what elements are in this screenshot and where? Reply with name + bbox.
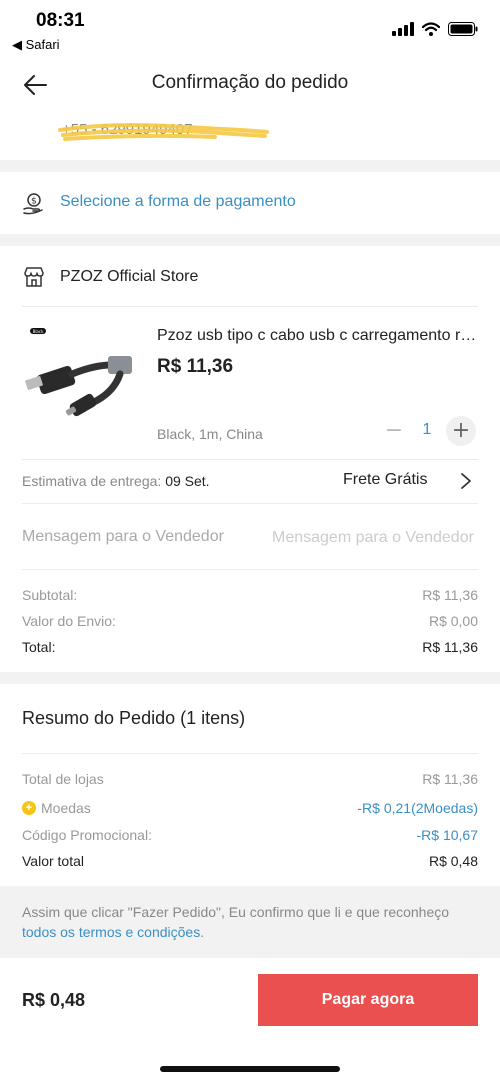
redaction-scribble — [58, 123, 269, 141]
quantity-increase-button[interactable]: + — [446, 416, 476, 446]
payment-hand-icon: $ — [23, 193, 43, 215]
promo-code-value[interactable]: -R$ 10,67 — [417, 827, 478, 843]
seller-message-label: Mensagem para o Vendedor — [22, 528, 224, 545]
section-gap — [0, 160, 500, 172]
grand-total-value: R$ 0,48 — [428, 853, 478, 869]
signal-icon — [392, 22, 414, 36]
product-price: R$ 11,36 — [157, 356, 234, 377]
stores-total-label: Total de lojas — [22, 771, 104, 787]
shipping-cost-label: Valor do Envio: — [22, 613, 116, 629]
quantity-value: 1 — [422, 421, 432, 438]
terms-end: . — [200, 924, 205, 940]
pay-now-button[interactable]: Pagar agora — [258, 974, 478, 1026]
product-image-tag: Black — [33, 329, 45, 334]
status-time: 08:31 — [36, 10, 85, 31]
terms-link[interactable]: todos os termos e condições — [22, 924, 200, 940]
footer-total: R$ 0,48 — [22, 990, 86, 1010]
svg-text:$: $ — [31, 197, 37, 207]
divider — [22, 459, 478, 460]
grand-total-label: Valor total — [22, 853, 84, 869]
terms-statement: Assim que clicar "Fazer Pedido", Eu conf… — [22, 904, 450, 920]
section-gap — [0, 234, 500, 246]
shipping-option[interactable]: Frete Grátis — [343, 471, 427, 489]
product-variant: Black, 1m, China — [157, 426, 263, 442]
divider — [22, 569, 478, 570]
battery-icon — [448, 22, 478, 36]
promo-code-label: Código Promocional: — [22, 827, 152, 843]
chevron-right-icon[interactable] — [458, 471, 474, 491]
product-image[interactable]: Black — [22, 324, 146, 432]
wifi-icon — [422, 22, 440, 36]
page-title: Confirmação do pedido — [151, 72, 349, 93]
divider — [22, 503, 478, 504]
order-summary-title: Resumo do Pedido (1 itens) — [22, 708, 246, 728]
stores-total-value: R$ 11,36 — [422, 771, 478, 787]
section-gap — [0, 672, 500, 684]
divider — [22, 753, 478, 754]
delivery-date: 09 Set. — [165, 473, 210, 489]
product-title[interactable]: Pzoz usb tipo c cabo usb c carregamento … — [157, 327, 479, 345]
delivery-estimate-label: Estimativa de entrega: — [22, 473, 166, 489]
store-total-value: R$ 11,36 — [422, 639, 478, 655]
select-payment-link[interactable]: Selecione a forma de pagamento — [60, 193, 296, 211]
subtotal-label: Subtotal: — [22, 587, 78, 603]
terms-text: Assim que clicar "Fazer Pedido", Eu conf… — [22, 902, 482, 942]
coin-plus-icon: + — [22, 801, 36, 815]
delivery-estimate: Estimativa de entrega: 09 Set. — [22, 473, 210, 489]
seller-message-input[interactable] — [272, 526, 500, 550]
quantity-decrease-button[interactable]: − — [381, 418, 407, 444]
store-total-label: Total: — [22, 639, 56, 655]
home-indicator[interactable] — [160, 1066, 340, 1072]
coins-label: Moedas — [41, 800, 91, 816]
store-icon — [24, 267, 44, 287]
back-to-safari-link[interactable]: ◀ Safari — [12, 37, 60, 53]
shipping-cost-value: R$ 0,00 — [428, 613, 478, 629]
divider — [22, 306, 478, 307]
subtotal-value: R$ 11,36 — [422, 587, 478, 603]
status-icons — [392, 20, 478, 38]
store-name[interactable]: PZOZ Official Store — [60, 268, 198, 286]
coins-value[interactable]: -R$ 0,21(2Moedas) — [357, 800, 478, 816]
